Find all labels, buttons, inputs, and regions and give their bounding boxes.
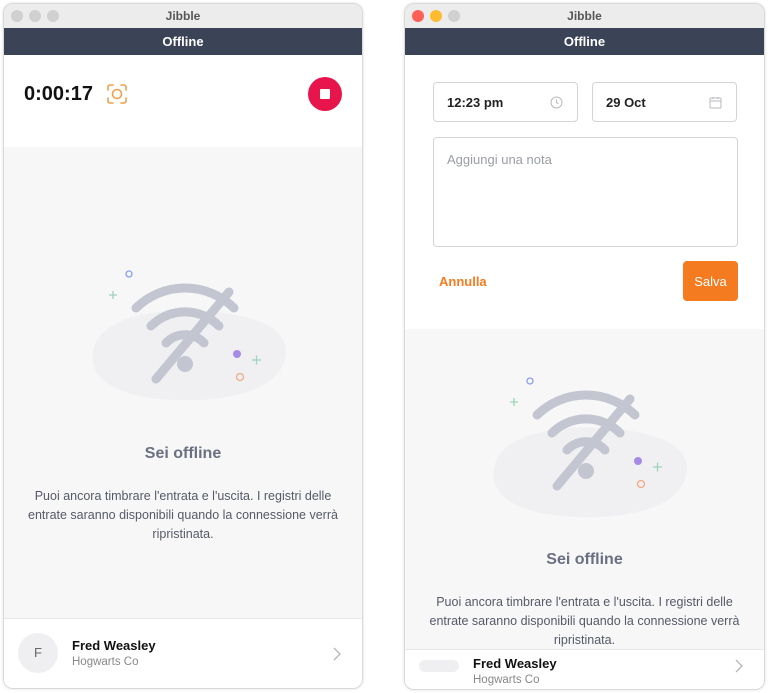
app-title: Jibble xyxy=(567,9,602,23)
note-input[interactable] xyxy=(433,137,738,247)
avatar: F xyxy=(18,633,58,673)
offline-title: Sei offline xyxy=(546,551,623,568)
user-company: Hogwarts Co xyxy=(72,656,139,668)
wifi-off-icon xyxy=(493,377,687,518)
title-bar: Jibble xyxy=(4,4,362,28)
offline-panel: Sei offline Puoi ancora timbrare l'entra… xyxy=(4,147,362,618)
wifi-off-icon xyxy=(92,270,286,401)
edit-entry-form: 12:23 pm 29 Oct Annulla Salva xyxy=(405,55,764,329)
user-company: Hogwarts Co xyxy=(473,674,540,686)
clock-icon xyxy=(550,96,563,109)
save-button[interactable]: Salva xyxy=(683,261,738,301)
cancel-button[interactable]: Annulla xyxy=(439,274,487,289)
chevron-right-icon xyxy=(735,659,743,673)
title-bar: Jibble xyxy=(405,4,764,28)
stop-timer-button[interactable] xyxy=(308,77,342,111)
scan-icon[interactable] xyxy=(106,83,128,105)
offline-panel: Sei offline Puoi ancora timbrare l'entra… xyxy=(405,329,764,649)
left-window: Jibble Offline 0:00:17 Sei offline Puoi … xyxy=(3,3,363,689)
user-profile-row[interactable]: F Fred Weasley Hogwarts Co xyxy=(4,618,362,688)
avatar xyxy=(419,660,459,672)
app-title: Jibble xyxy=(165,9,201,23)
user-name: Fred Weasley xyxy=(72,638,156,653)
offline-description: Puoi ancora timbrare l'entrata e l'uscit… xyxy=(429,595,740,647)
stop-icon xyxy=(320,89,330,99)
user-name: Fred Weasley xyxy=(473,656,557,671)
offline-status-bar: Offline xyxy=(4,28,362,55)
time-field[interactable]: 12:23 pm xyxy=(433,82,578,122)
timer-panel: 0:00:17 xyxy=(4,55,362,147)
right-window: Jibble Offline 12:23 pm 29 Oct Annulla S… xyxy=(404,3,765,690)
offline-description: Puoi ancora timbrare l'entrata e l'uscit… xyxy=(28,489,338,541)
offline-title: Sei offline xyxy=(144,445,222,462)
chevron-right-icon xyxy=(333,647,341,661)
timer-display: 0:00:17 xyxy=(24,83,93,105)
date-field[interactable]: 29 Oct xyxy=(592,82,737,122)
date-value: 29 Oct xyxy=(606,95,646,110)
time-value: 12:23 pm xyxy=(447,95,504,110)
user-profile-row[interactable]: Fred Weasley Hogwarts Co xyxy=(405,649,764,689)
offline-status-bar: Offline xyxy=(405,28,764,55)
calendar-icon xyxy=(709,97,722,109)
